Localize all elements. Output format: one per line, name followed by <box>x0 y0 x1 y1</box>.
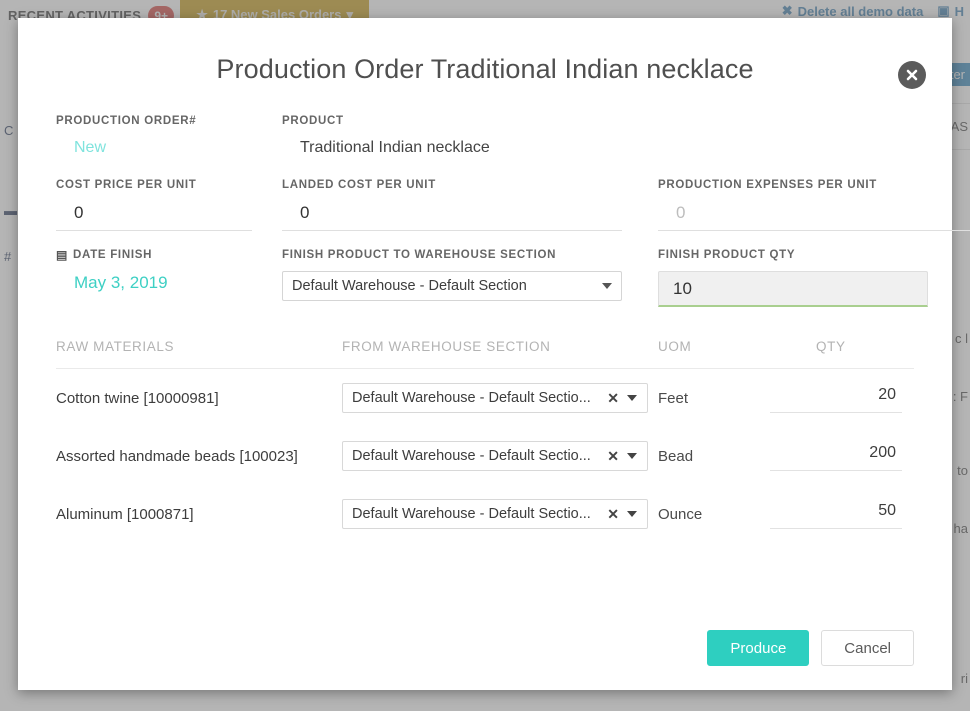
clear-icon[interactable]: ✕ <box>607 391 619 405</box>
column-header-raw-materials: RAW MATERIALS <box>56 339 175 354</box>
field-finish-product-to-warehouse-section: FINISH PRODUCT TO WAREHOUSE SECTION Defa… <box>282 249 650 325</box>
table-row: Aluminum [1000871] Default Warehouse - D… <box>56 485 914 543</box>
chevron-down-icon <box>627 511 637 517</box>
product-value: Traditional Indian necklace <box>300 139 490 156</box>
raw-material-warehouse-value: Default Warehouse - Default Sectio... <box>352 506 591 522</box>
raw-materials-table-header: RAW MATERIALS FROM WAREHOUSE SECTION UOM… <box>56 339 914 369</box>
raw-material-warehouse-select[interactable]: Default Warehouse - Default Sectio... ✕ <box>342 383 648 413</box>
raw-material-uom: Ounce <box>658 505 703 523</box>
app-root: RECENT ACTIVITIES 9+ ★ 17 New Sales Orde… <box>0 0 970 711</box>
raw-material-name: Assorted handmade beads [100023] <box>56 447 298 465</box>
raw-material-name: Cotton twine [10000981] <box>56 389 219 407</box>
cost-price-per-unit-label: COST PRICE PER UNIT <box>56 179 197 191</box>
chevron-down-icon <box>627 453 637 459</box>
finish-product-qty-input[interactable] <box>658 271 928 307</box>
raw-material-name: Aluminum [1000871] <box>56 505 194 523</box>
production-order-no-value: New <box>74 139 107 156</box>
field-product: PRODUCT Traditional Indian necklace <box>282 115 650 179</box>
raw-materials-table: RAW MATERIALS FROM WAREHOUSE SECTION UOM… <box>56 339 914 543</box>
raw-material-uom: Feet <box>658 389 689 407</box>
raw-material-qty-input[interactable] <box>770 383 902 413</box>
finish-product-to-warehouse-section-select[interactable]: Default Warehouse - Default Section <box>282 271 622 301</box>
raw-material-warehouse-select[interactable]: Default Warehouse - Default Sectio... ✕ <box>342 499 648 529</box>
finish-product-to-warehouse-section-value: Default Warehouse - Default Section <box>292 278 527 294</box>
close-icon[interactable] <box>898 61 926 89</box>
raw-material-qty-input[interactable] <box>770 499 902 529</box>
column-header-qty: QTY <box>816 339 846 354</box>
chevron-down-icon <box>627 395 637 401</box>
raw-material-qty-input[interactable] <box>770 441 902 471</box>
production-expenses-per-unit-input[interactable] <box>658 201 970 231</box>
raw-material-uom: Bead <box>658 447 694 465</box>
date-finish-label-text: DATE FINISH <box>73 249 153 261</box>
landed-cost-per-unit-label: LANDED COST PER UNIT <box>282 179 436 191</box>
date-finish-value[interactable]: May 3, 2019 <box>56 271 274 297</box>
form-grid: PRODUCTION ORDER# New PRODUCT Traditiona… <box>56 115 970 325</box>
raw-material-qty-wrap <box>770 499 914 529</box>
field-production-order-no: PRODUCTION ORDER# New <box>56 115 274 179</box>
production-order-modal: Production Order Traditional Indian neck… <box>18 18 970 690</box>
product-label: PRODUCT <box>282 115 344 127</box>
clear-icon[interactable]: ✕ <box>607 507 619 521</box>
table-row: Cotton twine [10000981] Default Warehous… <box>56 369 914 427</box>
raw-material-qty-wrap <box>770 441 914 471</box>
raw-material-qty-wrap <box>770 383 914 413</box>
finish-product-qty-label: FINISH PRODUCT QTY <box>658 249 796 261</box>
column-header-from-warehouse-section: FROM WAREHOUSE SECTION <box>342 339 551 354</box>
cost-price-per-unit-input[interactable] <box>56 201 252 231</box>
field-cost-price-per-unit: COST PRICE PER UNIT <box>56 179 274 249</box>
raw-material-warehouse-value: Default Warehouse - Default Sectio... <box>352 390 591 406</box>
modal-footer: Produce Cancel <box>707 630 914 666</box>
cancel-button[interactable]: Cancel <box>821 630 914 666</box>
clear-icon[interactable]: ✕ <box>607 449 619 463</box>
field-row1-spacer <box>658 115 970 179</box>
raw-material-warehouse-select[interactable]: Default Warehouse - Default Sectio... ✕ <box>342 441 648 471</box>
modal-body: PRODUCTION ORDER# New PRODUCT Traditiona… <box>18 85 970 543</box>
raw-material-warehouse-value: Default Warehouse - Default Sectio... <box>352 448 591 464</box>
field-date-finish: ▤ DATE FINISH May 3, 2019 <box>56 249 274 325</box>
column-header-uom: UOM <box>658 339 692 354</box>
calendar-icon: ▤ <box>56 248 69 262</box>
production-expenses-per-unit-label: PRODUCTION EXPENSES PER UNIT <box>658 179 877 191</box>
date-finish-label: ▤ DATE FINISH <box>56 249 274 261</box>
field-production-expenses-per-unit: PRODUCTION EXPENSES PER UNIT <box>658 179 970 249</box>
page-title: Production Order Traditional Indian neck… <box>216 54 754 84</box>
produce-button[interactable]: Produce <box>707 630 810 666</box>
table-row: Assorted handmade beads [100023] Default… <box>56 427 914 485</box>
finish-product-to-warehouse-section-label: FINISH PRODUCT TO WAREHOUSE SECTION <box>282 249 557 261</box>
production-order-no-label: PRODUCTION ORDER# <box>56 115 197 127</box>
field-landed-cost-per-unit: LANDED COST PER UNIT <box>282 179 650 249</box>
field-finish-product-qty: FINISH PRODUCT QTY <box>658 249 970 325</box>
chevron-down-icon <box>602 283 612 289</box>
landed-cost-per-unit-input[interactable] <box>282 201 622 231</box>
